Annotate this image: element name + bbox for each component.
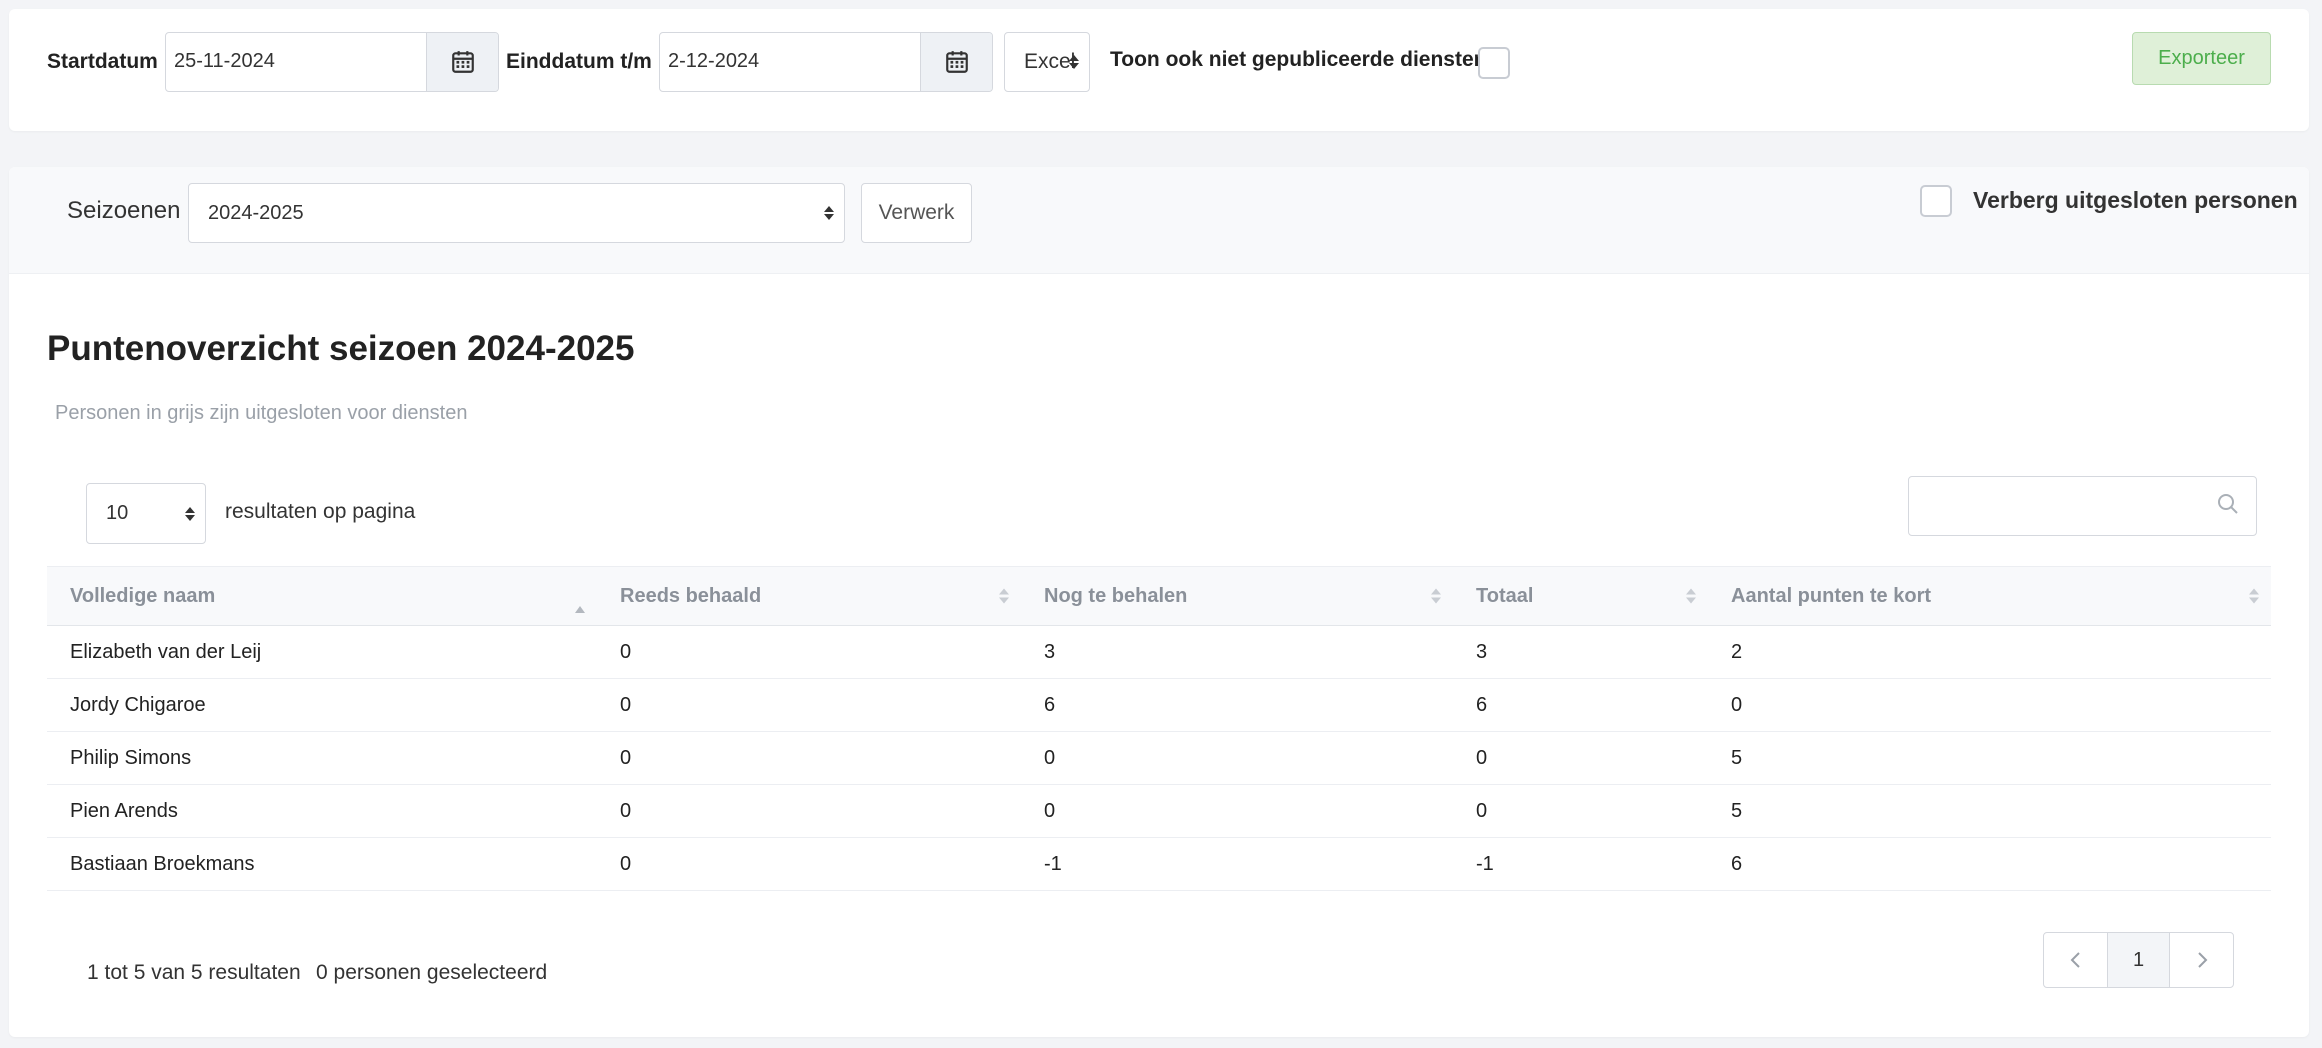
calendar-icon[interactable] [426, 33, 498, 91]
cell-achieved: 0 [597, 731, 1021, 785]
page-size-label: resultaten op pagina [225, 500, 416, 523]
cell-name: Elizabeth van der Leij [47, 625, 597, 679]
cell-name: Philip Simons [47, 731, 597, 785]
cell-total: 3 [1453, 625, 1708, 679]
sort-icon [999, 588, 1009, 604]
cell-shortage: 2 [1708, 625, 2271, 679]
column-header-shortage[interactable]: Aantal punten te kort [1708, 566, 2271, 626]
page-button-current[interactable]: 1 [2107, 933, 2170, 987]
export-button[interactable]: Exporteer [2132, 32, 2271, 85]
page-title: Puntenoverzicht seizoen 2024-2025 [47, 329, 635, 368]
results-info: 1 tot 5 van 5 resultaten [87, 961, 301, 984]
search-input[interactable] [1908, 476, 2257, 536]
start-date-field[interactable]: 25-11-2024 [165, 32, 499, 92]
season-label: Seizoenen [67, 197, 181, 224]
cell-remaining: 6 [1021, 678, 1453, 732]
select-arrows-icon [824, 206, 834, 220]
page-size-value[interactable]: 10 [106, 502, 128, 525]
selected-info: 0 personen geselecteerd [316, 961, 548, 984]
sort-icon [1431, 588, 1441, 604]
sort-asc-icon [575, 606, 585, 613]
cell-shortage: 5 [1708, 784, 2271, 838]
end-date-field[interactable]: 2-12-2024 [659, 32, 993, 92]
format-select[interactable]: Excel [1004, 32, 1090, 92]
page-subtitle: Personen in grijs zijn uitgesloten voor … [55, 402, 468, 424]
sort-icon [1686, 588, 1696, 604]
cell-remaining: -1 [1021, 837, 1453, 891]
column-header-total[interactable]: Totaal [1453, 566, 1708, 626]
cell-shortage: 5 [1708, 731, 2271, 785]
search-icon [2216, 492, 2240, 521]
cell-name: Jordy Chigaroe [47, 678, 597, 732]
unpublished-checkbox[interactable] [1478, 47, 1510, 79]
season-select[interactable]: 2024-2025 [188, 183, 845, 243]
process-button[interactable]: Verwerk [861, 183, 972, 243]
cell-shortage: 6 [1708, 837, 2271, 891]
cell-remaining: 0 [1021, 784, 1453, 838]
cell-achieved: 0 [597, 837, 1021, 891]
table-row[interactable]: Bastiaan Broekmans 0 -1 -1 6 [47, 837, 2271, 891]
cell-total: 6 [1453, 678, 1708, 732]
cell-shortage: 0 [1708, 678, 2271, 732]
column-header-remaining[interactable]: Nog te behalen [1021, 566, 1453, 626]
prev-page-button[interactable] [2044, 933, 2107, 987]
cell-remaining: 3 [1021, 625, 1453, 679]
cell-remaining: 0 [1021, 731, 1453, 785]
cell-achieved: 0 [597, 625, 1021, 679]
table-row[interactable]: Jordy Chigaroe 0 6 6 0 [47, 678, 2271, 732]
select-arrows-icon [185, 506, 195, 521]
format-select-value[interactable]: Excel [1024, 50, 1075, 74]
export-card: Startdatum 25-11-2024 Einddatum t/m 2-12… [9, 9, 2309, 131]
page-size-select[interactable]: 10 [86, 483, 206, 544]
season-select-value[interactable]: 2024-2025 [208, 202, 304, 225]
hide-excluded-label: Verberg uitgesloten personen [1973, 187, 2298, 213]
points-table: Volledige naam Reeds behaald Nog te beha… [47, 566, 2271, 891]
column-header-achieved[interactable]: Reeds behaald [597, 566, 1021, 626]
unpublished-label: Toon ook niet gepubliceerde diensten [1110, 48, 1487, 71]
calendar-icon[interactable] [920, 33, 992, 91]
pagination: 1 [2043, 932, 2234, 988]
table-row[interactable]: Pien Arends 0 0 0 5 [47, 784, 2271, 838]
end-date-value[interactable]: 2-12-2024 [660, 33, 920, 91]
chevron-right-icon [2197, 952, 2207, 968]
cell-total: 0 [1453, 731, 1708, 785]
cell-total: 0 [1453, 784, 1708, 838]
chevron-left-icon [2070, 952, 2080, 968]
cell-achieved: 0 [597, 784, 1021, 838]
end-date-label: Einddatum t/m [506, 50, 652, 73]
start-date-value[interactable]: 25-11-2024 [166, 33, 426, 91]
start-date-label: Startdatum [47, 50, 158, 73]
next-page-button[interactable] [2170, 933, 2233, 987]
table-row[interactable]: Philip Simons 0 0 0 5 [47, 731, 2271, 785]
cell-name: Pien Arends [47, 784, 597, 838]
cell-name: Bastiaan Broekmans [47, 837, 597, 891]
filter-bar: Seizoenen 2024-2025 Verwerk Verberg uitg… [9, 167, 2309, 274]
cell-achieved: 0 [597, 678, 1021, 732]
column-header-name[interactable]: Volledige naam [47, 566, 597, 626]
hide-excluded-checkbox[interactable] [1920, 185, 1952, 217]
table-header-row: Volledige naam Reeds behaald Nog te beha… [47, 566, 2271, 626]
select-arrows-icon [1069, 55, 1079, 69]
cell-total: -1 [1453, 837, 1708, 891]
overview-card: Seizoenen 2024-2025 Verwerk Verberg uitg… [9, 167, 2309, 1037]
table-row[interactable]: Elizabeth van der Leij 0 3 3 2 [47, 625, 2271, 679]
sort-icon [2249, 588, 2259, 604]
